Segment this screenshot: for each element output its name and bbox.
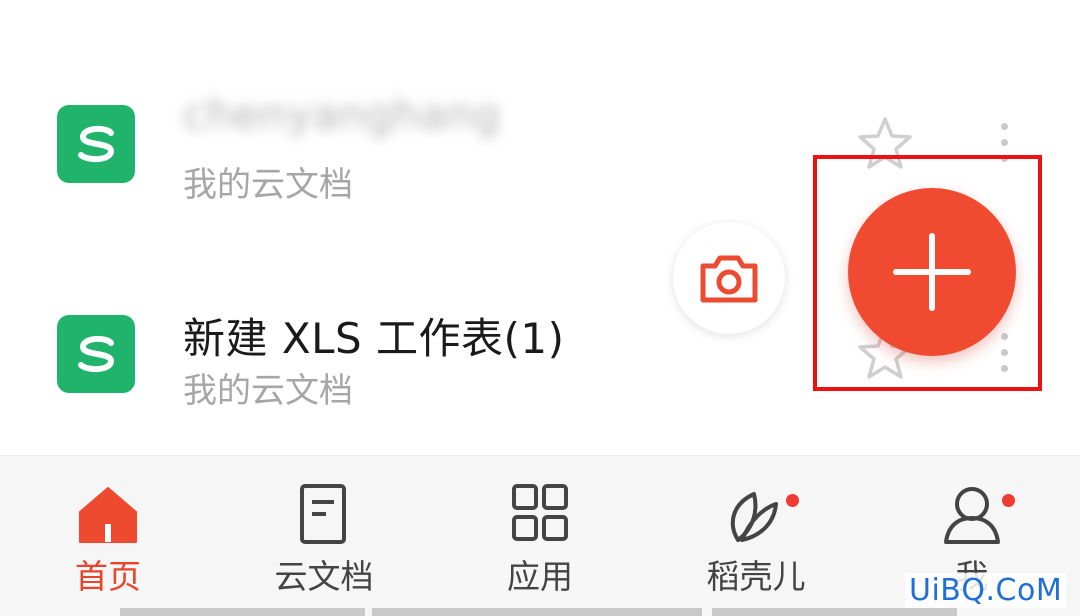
- nav-label: 云文档: [274, 557, 374, 596]
- nav-item-cloud-docs[interactable]: 云文档: [216, 456, 432, 616]
- nav-item-home[interactable]: 首页: [0, 456, 216, 616]
- document-icon: [300, 484, 346, 544]
- home-icon: [79, 487, 137, 543]
- watermark-text: UiBQ.CoM: [905, 573, 1067, 608]
- highlight-annotation-box: [813, 155, 1042, 391]
- nav-label: 应用: [507, 557, 573, 596]
- nav-label: 首页: [75, 557, 141, 596]
- file-name: 新建 XLS 工作表(1): [183, 314, 565, 363]
- wps-spreadsheet-icon: [57, 105, 135, 183]
- camera-button[interactable]: [673, 222, 785, 334]
- profile-icon: [944, 487, 1000, 544]
- notification-badge: [786, 494, 799, 507]
- file-location: 我的云文档: [183, 165, 353, 205]
- wps-spreadsheet-icon: [57, 315, 135, 393]
- nav-item-docer[interactable]: 稻壳儿: [648, 456, 864, 616]
- notification-badge: [1002, 494, 1015, 507]
- apps-grid-icon: [512, 484, 568, 541]
- file-location: 我的云文档: [183, 371, 353, 411]
- leaf-icon: [730, 492, 778, 542]
- file-name: chenyanghang: [183, 90, 501, 139]
- camera-icon: [700, 255, 758, 303]
- nav-item-apps[interactable]: 应用: [432, 456, 648, 616]
- nav-label: 稻壳儿: [706, 557, 806, 596]
